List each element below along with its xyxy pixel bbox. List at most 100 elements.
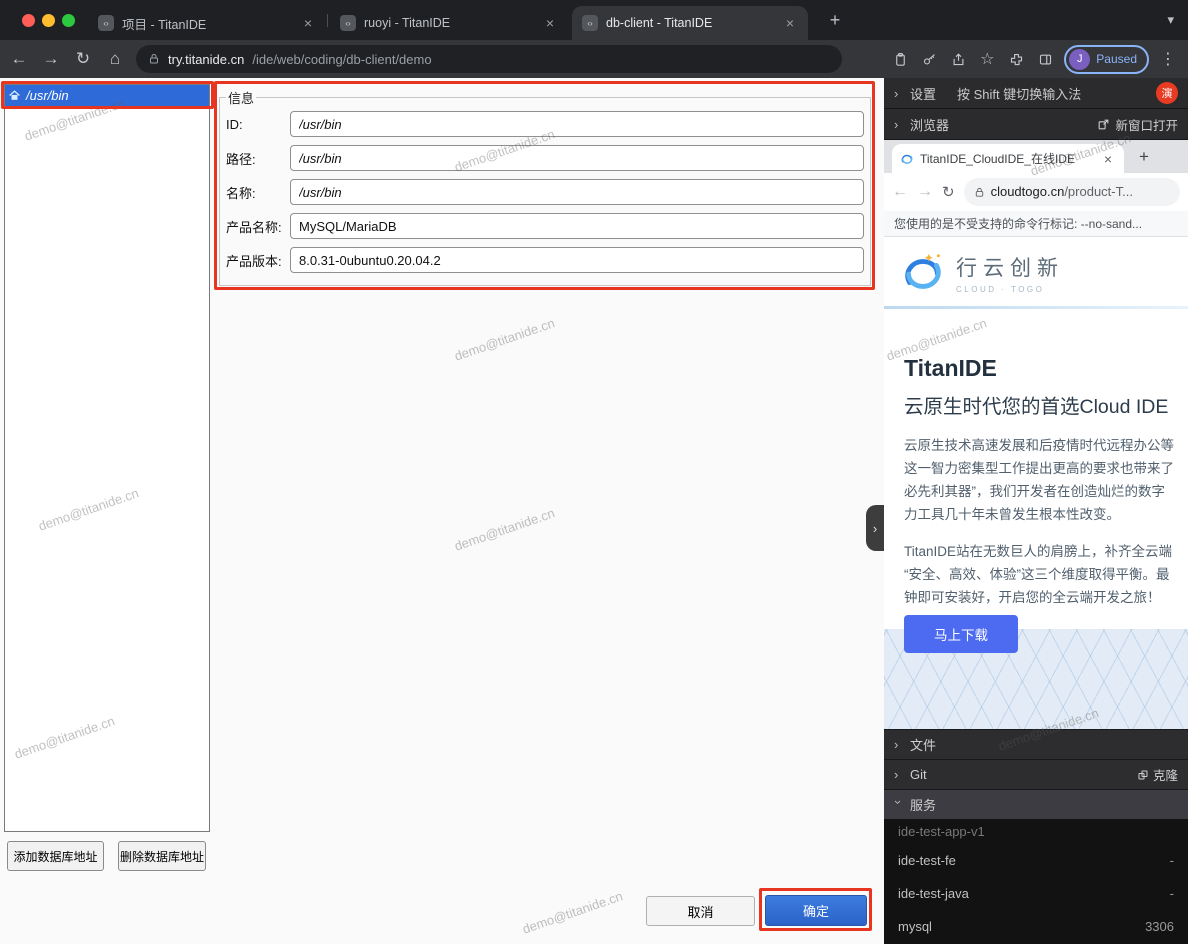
home-icon[interactable]: ⌂ [102, 46, 128, 72]
url-path: /ide/web/coding/db-client/demo [252, 52, 431, 67]
close-window-button[interactable] [22, 14, 35, 27]
clipboard-icon[interactable] [890, 48, 910, 70]
form-row: 产品名称: [226, 209, 864, 243]
back-icon[interactable]: ← [892, 183, 908, 201]
chevron-right-icon: › [894, 117, 903, 132]
chevron-right-icon: › [894, 767, 903, 782]
url-domain: try.titanide.cn [168, 52, 244, 67]
home-icon [8, 89, 21, 102]
new-tab-button[interactable]: + [1132, 145, 1156, 169]
service-name: ide-test-fe [898, 853, 956, 868]
path-label: 路径: [226, 149, 290, 168]
browser-tab-strip: ‹› 项目 - TitanIDE × ‹› ruoyi - TitanIDE ×… [0, 0, 1188, 40]
brand-name: 行云创新 [956, 252, 1064, 282]
chevron-right-icon: › [894, 737, 903, 752]
add-database-button[interactable]: 添加数据库地址 [7, 841, 104, 871]
close-tab-icon[interactable]: × [542, 15, 558, 31]
forward-icon[interactable]: → [917, 183, 933, 201]
reload-icon[interactable]: ↻ [70, 46, 96, 72]
database-list-item-selected[interactable]: /usr/bin [5, 85, 209, 106]
side-panel-icon[interactable] [1035, 48, 1055, 70]
paused-label: Paused [1096, 52, 1137, 66]
section-git[interactable]: › Git 克隆 [884, 759, 1188, 789]
id-label: ID: [226, 117, 290, 132]
maximize-window-button[interactable] [62, 14, 75, 27]
bookmark-star-icon[interactable]: ☆ [977, 48, 997, 70]
ime-hint: 按 Shift 键切换输入法 [957, 84, 1081, 103]
service-list: ide-test-app-v1 ide-test-fe - ide-test-j… [884, 819, 1188, 944]
settings-row[interactable]: › 设置 按 Shift 键切换输入法 演 [884, 78, 1188, 109]
service-row[interactable]: mysql 3306 [884, 910, 1188, 943]
site-subtitle: 云原生时代您的首选Cloud IDE [904, 390, 1188, 419]
panel-collapse-handle[interactable]: › [866, 505, 884, 551]
tab-ruoyi[interactable]: ‹› ruoyi - TitanIDE × [330, 6, 568, 40]
embedded-tab-strip: TitanIDE_CloudIDE_在线IDE × + [884, 140, 1188, 173]
minimize-window-button[interactable] [42, 14, 55, 27]
cloudtogo-webpage: 行云创新 CLOUD · TOGO TitanIDE 云原生时代您的首选Clou… [884, 237, 1188, 729]
service-row[interactable]: ide-test-fe - [884, 844, 1188, 877]
menu-dots-icon[interactable]: ⋮ [1158, 48, 1178, 70]
key-icon[interactable] [919, 48, 939, 70]
close-tab-icon[interactable]: × [1100, 151, 1116, 167]
id-field[interactable] [290, 111, 864, 137]
path-field[interactable] [290, 145, 864, 171]
delete-database-button[interactable]: 删除数据库地址 [118, 841, 206, 871]
browser-section-row[interactable]: › 浏览器 新窗口打开 [884, 109, 1188, 140]
product-name-field[interactable] [290, 213, 864, 239]
db-client-page: /usr/bin 信息 ID: 路径: 名称: 产品名称: 产品版本: 添加数据… [0, 78, 884, 944]
product-name-label: 产品名称: [226, 217, 290, 236]
service-row[interactable]: ide-test-java - [884, 877, 1188, 910]
cloudtogo-logo-icon [900, 250, 946, 296]
tab-search-chevron-icon[interactable]: ▾ [1167, 12, 1174, 28]
cancel-button[interactable]: 取消 [646, 896, 755, 926]
download-button[interactable]: 马上下载 [904, 615, 1018, 653]
embedded-toolbar: ← → ↻ cloudtogo.cn/product-T... [884, 173, 1188, 211]
section-files[interactable]: › 文件 [884, 729, 1188, 759]
browser-section-label: 浏览器 [910, 115, 949, 134]
database-address-list[interactable]: /usr/bin [4, 84, 210, 832]
tab-project[interactable]: ‹› 项目 - TitanIDE × [88, 6, 326, 40]
tab-db-client-active[interactable]: ‹› db-client - TitanIDE × [572, 6, 808, 40]
section-services-label: 服务 [910, 795, 936, 814]
embedded-tab-title: TitanIDE_CloudIDE_在线IDE [920, 150, 1094, 167]
divider [884, 306, 1188, 309]
back-icon[interactable]: ← [6, 46, 32, 72]
ide-side-panel: › 设置 按 Shift 键切换输入法 演 › 浏览器 新窗口打开 TitanI… [884, 78, 1188, 944]
browser-toolbar: ← → ↻ ⌂ try.titanide.cn/ide/web/coding/d… [0, 40, 1188, 78]
toolbar-actions: ☆ J Paused ⋮ [890, 45, 1188, 74]
section-files-label: 文件 [910, 735, 936, 754]
embedded-address-bar[interactable]: cloudtogo.cn/product-T... [964, 178, 1180, 206]
forward-icon[interactable]: → [38, 46, 64, 72]
name-field[interactable] [290, 179, 864, 205]
service-row[interactable]: ide-test-app-v1 [884, 819, 1188, 844]
profile-paused-button[interactable]: J Paused [1064, 45, 1149, 74]
service-port: 3306 [1145, 919, 1174, 934]
new-tab-button[interactable]: + [824, 9, 846, 31]
clone-icon [1137, 769, 1149, 781]
tab-title: 项目 - TitanIDE [122, 14, 292, 33]
clone-button[interactable]: 克隆 [1137, 765, 1178, 784]
demo-badge: 演 [1156, 82, 1178, 104]
product-version-label: 产品版本: [226, 251, 290, 270]
brand-subtitle: CLOUD · TOGO [956, 285, 1064, 294]
embedded-tab[interactable]: TitanIDE_CloudIDE_在线IDE × [892, 144, 1124, 173]
reload-icon[interactable]: ↻ [942, 183, 955, 201]
info-legend: 信息 [226, 88, 256, 107]
share-icon[interactable] [948, 48, 968, 70]
form-row: 路径: [226, 141, 864, 175]
open-new-window-button[interactable]: 新窗口打开 [1097, 115, 1178, 134]
close-tab-icon[interactable]: × [300, 15, 316, 31]
extensions-puzzle-icon[interactable] [1006, 48, 1026, 70]
url-path: /product-T [1064, 184, 1122, 199]
chevron-down-icon: › [891, 800, 906, 809]
tab-separator [327, 14, 328, 27]
section-services[interactable]: › 服务 [884, 789, 1188, 819]
confirm-button[interactable]: 确定 [765, 895, 867, 926]
chevron-right-icon: › [894, 86, 903, 101]
titanide-favicon-icon: ‹› [340, 15, 356, 31]
database-list-item-label: /usr/bin [26, 88, 69, 103]
close-tab-icon[interactable]: × [782, 15, 798, 31]
form-row: ID: [226, 107, 864, 141]
product-version-field[interactable] [290, 247, 864, 273]
address-bar[interactable]: try.titanide.cn/ide/web/coding/db-client… [136, 45, 842, 73]
